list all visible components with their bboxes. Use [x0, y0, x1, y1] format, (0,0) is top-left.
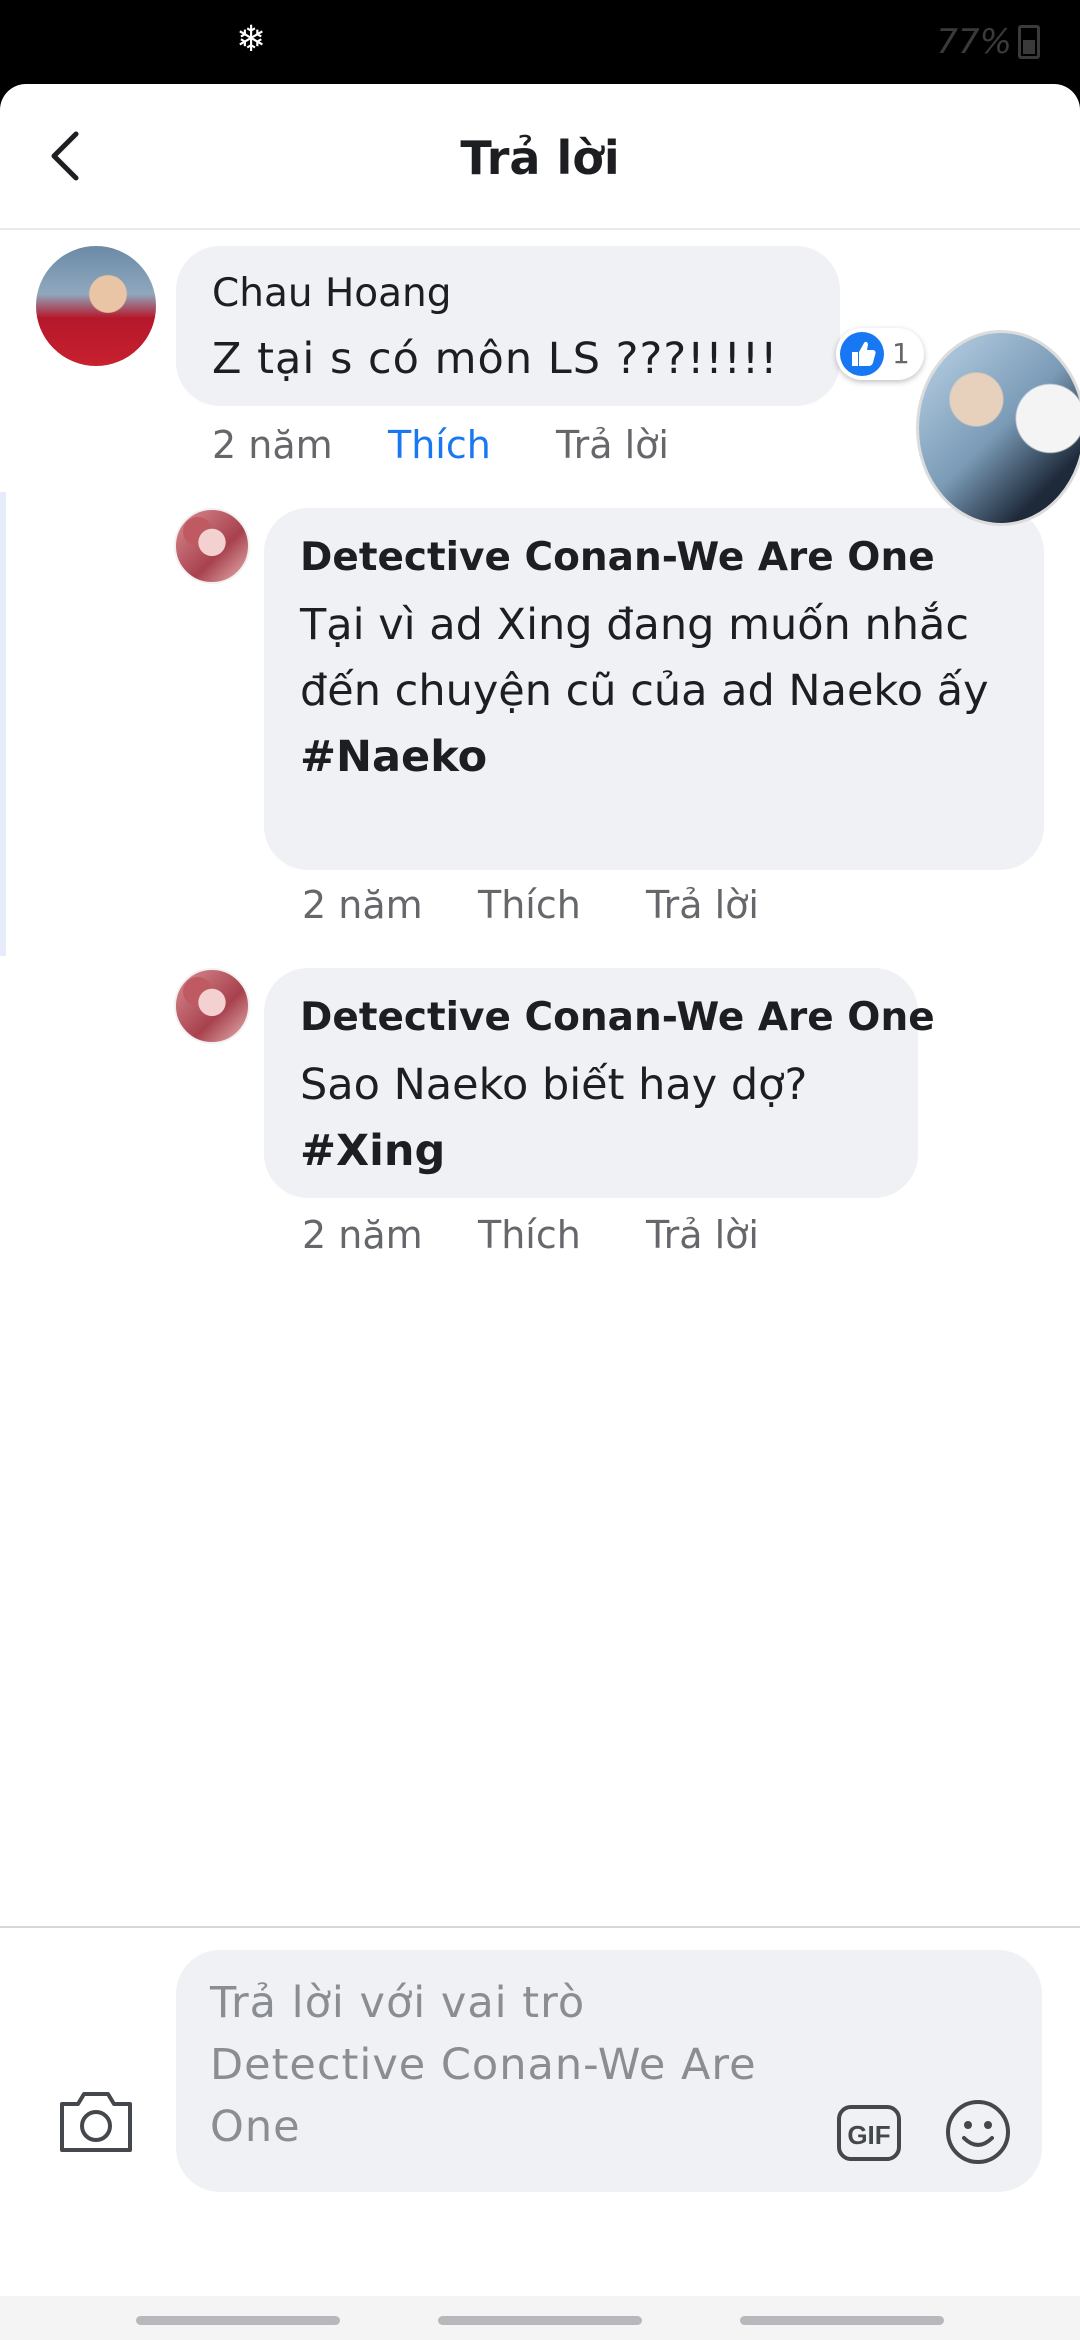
reply-time: 2 năm — [302, 1213, 423, 1257]
reply-input-placeholder: Trả lời với vai trò Detective Conan-We A… — [210, 1978, 757, 2152]
reply-actions: 2 năm Thích Trả lời — [302, 880, 902, 930]
hashtag-link[interactable]: #Xing — [300, 1118, 888, 1184]
highlighted-thread-marker — [0, 492, 6, 956]
reply-body: Sao Naeko biết hay dợ? — [300, 1060, 808, 1110]
nav-home-handle[interactable] — [438, 2316, 642, 2325]
replies-sheet: Trả lời Chau Hoang Z tại s có môn LS ???… — [0, 84, 1080, 2340]
reply-button[interactable]: Trả lời — [556, 420, 669, 470]
composer-divider — [0, 1926, 1080, 1928]
reply-body: Tại vì ad Xing đang muốn nhắc đến chuyện… — [300, 600, 989, 716]
reply-button[interactable]: Trả lời — [646, 1210, 759, 1260]
avatar-chau-hoang[interactable] — [36, 246, 156, 366]
hashtag-link[interactable]: #Naeko — [300, 724, 1014, 790]
system-nav-bar — [0, 2296, 1080, 2340]
thumbs-up-icon — [840, 332, 884, 376]
like-button[interactable]: Thích — [478, 1210, 581, 1260]
like-button[interactable]: Thích — [388, 420, 491, 470]
reply-bubble: Detective Conan-We Are One Tại vì ad Xin… — [264, 508, 1044, 870]
reply-text: Tại vì ad Xing đang muốn nhắc đến chuyện… — [300, 592, 1014, 790]
comment-bubble: Chau Hoang Z tại s có môn LS ???!!!!! — [176, 246, 840, 406]
reaction-count: 1 — [892, 337, 910, 370]
page-title: Trả lời — [460, 131, 620, 185]
chat-head-bubble[interactable] — [916, 330, 1080, 526]
avatar-detective-conan[interactable] — [174, 968, 250, 1044]
status-bar: ❄ 77% — [0, 0, 1080, 84]
header: Trả lời — [0, 84, 1080, 230]
reply-text: Sao Naeko biết hay dợ? #Xing — [300, 1052, 888, 1184]
like-button[interactable]: Thích — [478, 880, 581, 930]
reply-bubble: Detective Conan-We Are One Sao Naeko biế… — [264, 968, 935, 1198]
reply-button[interactable]: Trả lời — [646, 880, 759, 930]
reply-actions: 2 năm Thích Trả lời — [302, 1210, 902, 1260]
emoji-icon[interactable] — [944, 2098, 1012, 2166]
reply-time: 2 năm — [302, 883, 423, 927]
avatar-detective-conan[interactable] — [174, 508, 250, 584]
battery-percent: 77% — [936, 22, 1012, 62]
reply-author[interactable]: Detective Conan-We Are One — [300, 990, 935, 1046]
battery-icon — [1018, 25, 1040, 59]
comment-text: Z tại s có môn LS ???!!!!! — [212, 334, 779, 384]
snowflake-icon: ❄ — [236, 19, 267, 60]
gif-icon[interactable]: GIF — [836, 2104, 902, 2162]
camera-icon[interactable] — [56, 2086, 136, 2156]
gif-label: GIF — [847, 2120, 890, 2150]
reaction-summary[interactable]: 1 — [836, 328, 924, 380]
battery-indicator: 77% — [936, 22, 1040, 62]
nav-back-handle[interactable] — [740, 2316, 944, 2325]
comment-author[interactable]: Chau Hoang — [212, 266, 452, 322]
nav-recents-handle[interactable] — [136, 2316, 340, 2325]
reply-author[interactable]: Detective Conan-We Are One — [300, 530, 935, 586]
reply-input[interactable]: Trả lời với vai trò Detective Conan-We A… — [176, 1950, 1042, 2192]
comment-actions: 2 năm Thích Trả lời — [212, 420, 812, 470]
comment-time: 2 năm — [212, 423, 333, 467]
